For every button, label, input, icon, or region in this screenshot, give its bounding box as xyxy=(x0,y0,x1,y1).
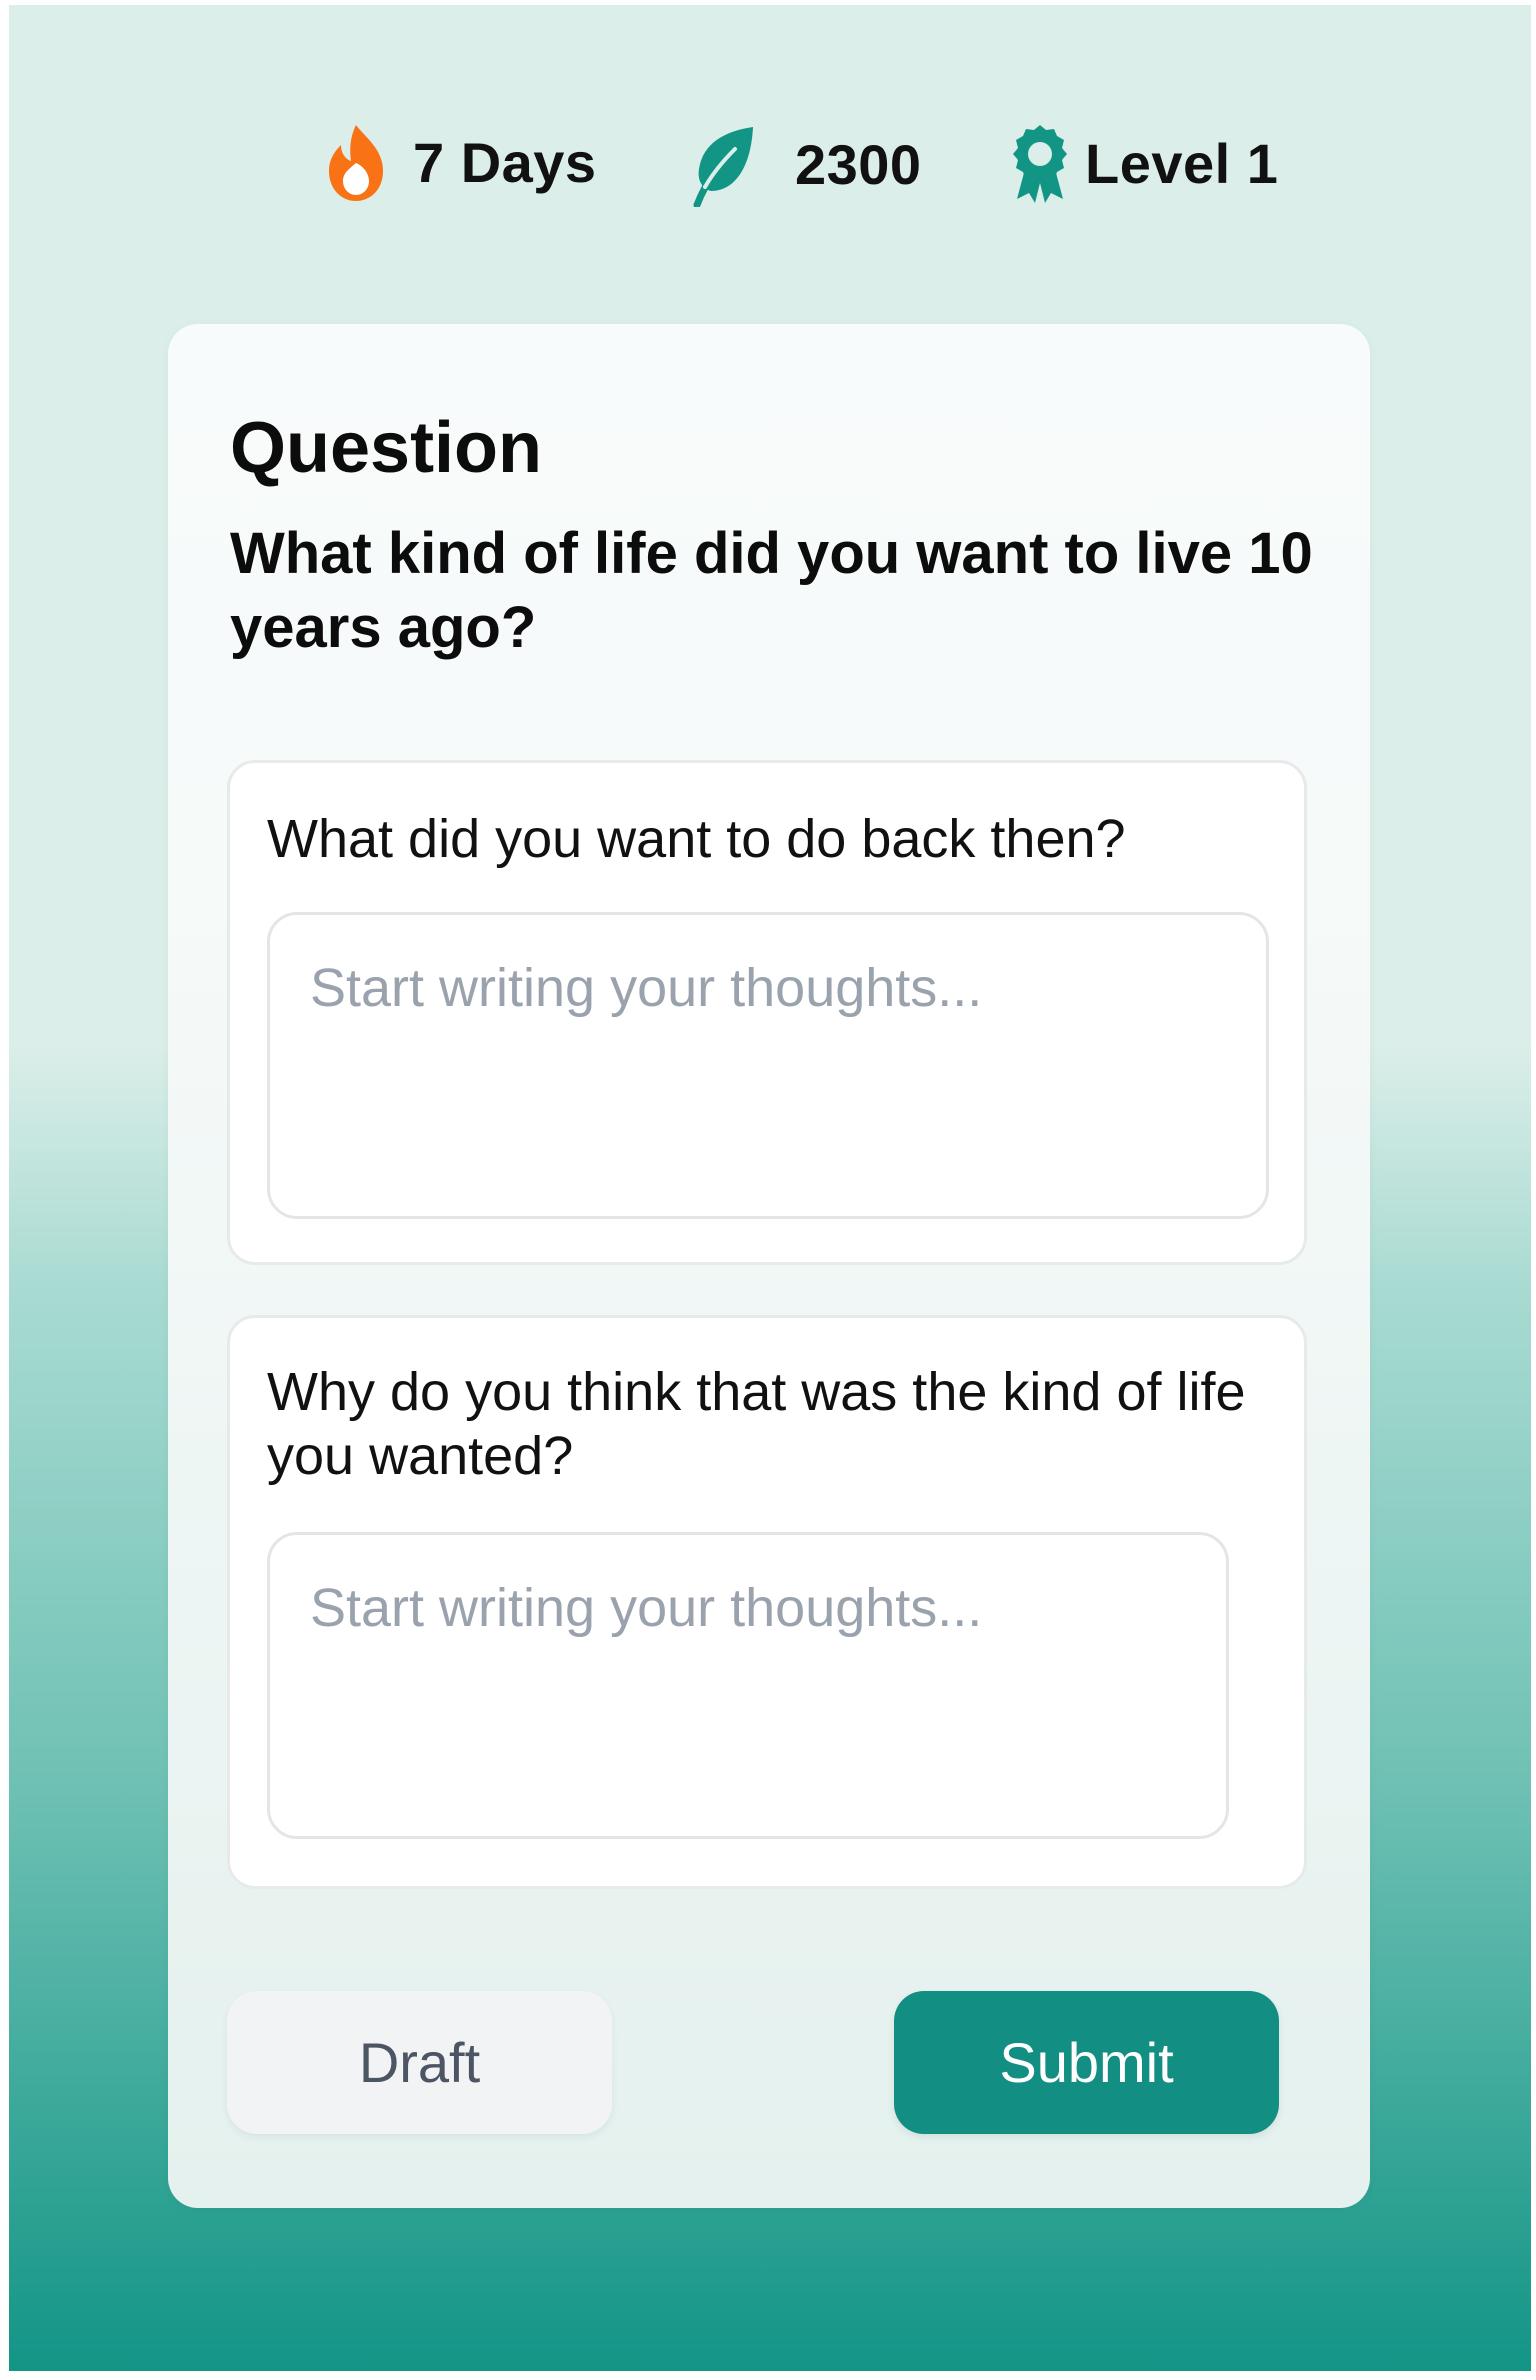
screen: 7 Days 2300 Level 1 Question What kind o… xyxy=(9,5,1531,2371)
points-label: 2300 xyxy=(795,133,922,196)
prompt-text-1: What did you want to do back then? xyxy=(267,809,1126,869)
question-text: What kind of life did you want to live 1… xyxy=(230,521,1313,660)
stats-bar: 7 Days 2300 Level 1 xyxy=(9,5,1531,335)
flame-icon xyxy=(321,123,391,203)
answer-input-2[interactable] xyxy=(267,1532,1229,1839)
leaf-icon xyxy=(689,123,757,207)
streak-label: 7 Days xyxy=(413,131,597,194)
prompt-card-2: Why do you think that was the kind of li… xyxy=(227,1315,1307,1889)
award-badge-icon xyxy=(1009,123,1071,205)
prompt-text-2: Why do you think that was the kind of li… xyxy=(267,1362,1246,1486)
card-title: Question xyxy=(230,408,543,488)
submit-button[interactable]: Submit xyxy=(894,1991,1279,2134)
answer-input-1[interactable] xyxy=(267,912,1269,1219)
prompt-card-1: What did you want to do back then? xyxy=(227,760,1307,1265)
question-card: Question What kind of life did you want … xyxy=(168,324,1370,2208)
points-stat: 2300 xyxy=(689,123,922,207)
level-label: Level 1 xyxy=(1085,132,1279,195)
draft-button[interactable]: Draft xyxy=(227,1991,612,2134)
streak-stat: 7 Days xyxy=(321,123,597,203)
level-stat: Level 1 xyxy=(1009,123,1278,205)
